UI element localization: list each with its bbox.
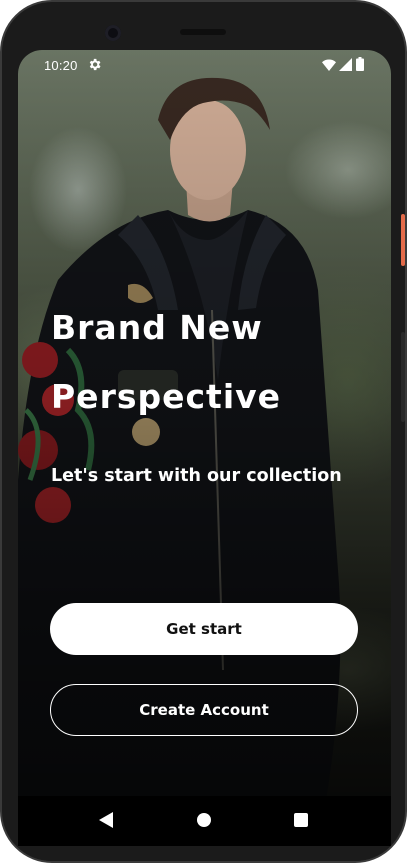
subtitle: Let's start with our collection xyxy=(51,466,342,486)
create-account-button-label: Create Account xyxy=(139,701,269,719)
get-start-button[interactable]: Get start xyxy=(50,603,358,655)
recents-icon[interactable] xyxy=(294,813,308,827)
power-button xyxy=(401,214,405,266)
battery-icon xyxy=(356,57,364,71)
phone-frame: 10:20 Brand New Perspective Let's start … xyxy=(0,0,407,863)
headline-line-2: Perspective xyxy=(51,377,282,416)
phone-chin xyxy=(18,846,391,861)
home-icon[interactable] xyxy=(197,813,211,827)
wifi-icon xyxy=(322,59,336,71)
get-start-button-label: Get start xyxy=(166,620,242,638)
signal-icon xyxy=(339,58,352,71)
status-time: 10:20 xyxy=(44,58,78,73)
system-navigation-bar xyxy=(18,796,391,846)
headline-line-1: Brand New xyxy=(51,308,263,347)
earpiece-speaker xyxy=(180,29,226,35)
create-account-button[interactable]: Create Account xyxy=(50,684,358,736)
status-bar: 10:20 xyxy=(18,50,391,80)
app-screen: 10:20 Brand New Perspective Let's start … xyxy=(18,50,391,846)
settings-icon xyxy=(89,58,101,71)
back-icon[interactable] xyxy=(99,812,113,828)
volume-button xyxy=(401,332,405,422)
front-camera xyxy=(105,25,121,41)
